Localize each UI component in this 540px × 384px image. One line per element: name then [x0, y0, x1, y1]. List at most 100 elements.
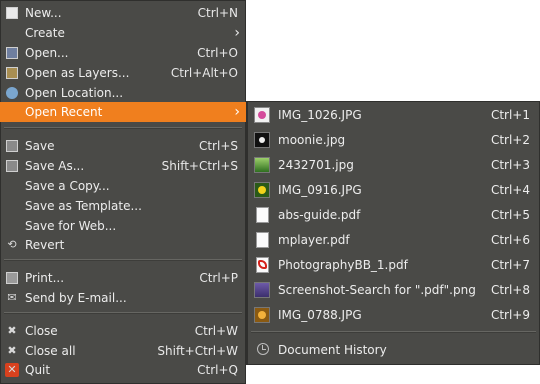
open-layers-icon	[5, 66, 19, 80]
menu-item-open-recent[interactable]: Open Recent ›	[0, 102, 246, 122]
quit-icon: ✕	[5, 363, 19, 377]
menu-item-accel: Ctrl+Q	[197, 363, 238, 377]
open-recent-submenu: IMG_1026.JPG Ctrl+1 moonie.jpg Ctrl+2 24…	[246, 101, 540, 365]
image-thumbnail-icon	[254, 307, 270, 323]
menu-item-save-copy[interactable]: Save a Copy...	[0, 176, 246, 196]
recent-item-label: abs-guide.pdf	[278, 208, 361, 222]
recent-item-label: IMG_0916.JPG	[278, 183, 362, 197]
recent-item[interactable]: abs-guide.pdf Ctrl+5	[247, 203, 540, 227]
image-thumbnail-icon	[254, 157, 270, 173]
menu-separator	[4, 259, 242, 261]
menu-item-new[interactable]: New... Ctrl+N	[0, 3, 246, 23]
recent-item-label: Screenshot-Search for ".pdf".png	[278, 283, 476, 297]
recent-item-label: PhotographyBB_1.pdf	[278, 258, 408, 272]
menu-item-label: Save as Template...	[25, 199, 142, 213]
menu-item-save[interactable]: Save Ctrl+S	[0, 136, 246, 156]
image-thumbnail-icon	[254, 282, 270, 298]
close-all-icon: ✖	[7, 344, 17, 357]
recent-item-accel: Ctrl+6	[490, 233, 530, 247]
recent-item-accel: Ctrl+5	[490, 208, 530, 222]
recent-item-accel: Ctrl+3	[490, 158, 530, 172]
document-icon	[256, 232, 269, 248]
document-icon	[256, 207, 269, 223]
menu-item-accel: Shift+Ctrl+W	[157, 344, 238, 358]
menu-item-accel: Shift+Ctrl+S	[161, 159, 238, 173]
menu-separator	[251, 331, 536, 333]
menu-item-label: Open Recent	[25, 105, 103, 119]
document-history-label: Document History	[278, 343, 387, 357]
menu-item-save-for-web[interactable]: Save for Web...	[0, 216, 246, 236]
menu-item-label: Send by E-mail...	[25, 291, 127, 305]
menu-item-accel: Ctrl+S	[198, 139, 238, 153]
menu-item-create[interactable]: Create ›	[0, 23, 246, 43]
recent-item-accel: Ctrl+7	[490, 258, 530, 272]
document-history-item[interactable]: Document History	[247, 338, 540, 362]
recent-item-label: 2432701.jpg	[278, 158, 354, 172]
recent-item[interactable]: Screenshot-Search for ".pdf".png Ctrl+8	[247, 278, 540, 302]
menu-item-send-email[interactable]: ✉ Send by E-mail...	[0, 288, 246, 308]
pdf-icon	[256, 257, 269, 273]
menu-item-save-as[interactable]: Save As... Shift+Ctrl+S	[0, 156, 246, 176]
menu-item-print[interactable]: Print... Ctrl+P	[0, 268, 246, 288]
menu-item-accel: Ctrl+Alt+O	[170, 66, 238, 80]
close-icon: ✖	[7, 324, 17, 337]
menu-item-label: Open Location...	[25, 86, 124, 100]
menu-item-label: Save a Copy...	[25, 179, 110, 193]
menu-item-label: Revert	[25, 238, 65, 252]
recent-item[interactable]: PhotographyBB_1.pdf Ctrl+7	[247, 253, 540, 277]
menu-item-open-as-layers[interactable]: Open as Layers... Ctrl+Alt+O	[0, 63, 246, 83]
new-icon	[5, 6, 19, 20]
menu-item-accel: Ctrl+N	[197, 6, 238, 20]
menu-item-quit[interactable]: ✕ Quit Ctrl+Q	[0, 360, 246, 380]
recent-item[interactable]: mplayer.pdf Ctrl+6	[247, 228, 540, 252]
recent-item-accel: Ctrl+2	[490, 133, 530, 147]
menu-item-open[interactable]: Open... Ctrl+O	[0, 43, 246, 63]
menu-item-save-template[interactable]: Save as Template...	[0, 196, 246, 216]
open-location-icon	[5, 86, 19, 100]
recent-item[interactable]: moonie.jpg Ctrl+2	[247, 128, 540, 152]
recent-item-label: IMG_0788.JPG	[278, 308, 362, 322]
recent-item-accel: Ctrl+9	[490, 308, 530, 322]
recent-item-accel: Ctrl+1	[490, 108, 530, 122]
menu-item-label: Create	[25, 26, 65, 40]
menu-item-label: New...	[25, 6, 62, 20]
email-icon: ✉	[7, 291, 17, 304]
file-menu: New... Ctrl+N Create › Open... Ctrl+O Op…	[0, 0, 246, 384]
menu-item-accel: Ctrl+W	[194, 324, 238, 338]
menu-separator	[4, 127, 242, 129]
menu-item-label: Close all	[25, 344, 76, 358]
menu-item-label: Open as Layers...	[25, 66, 130, 80]
menu-item-close[interactable]: ✖ Close Ctrl+W	[0, 321, 246, 341]
save-as-icon	[5, 159, 19, 173]
history-icon	[257, 343, 269, 355]
recent-item-label: moonie.jpg	[278, 133, 346, 147]
image-thumbnail-icon	[254, 132, 270, 148]
recent-item-accel: Ctrl+8	[490, 283, 530, 297]
menu-item-label: Save	[25, 139, 55, 153]
menu-item-label: Save for Web...	[25, 219, 117, 233]
menu-item-accel: Ctrl+O	[197, 46, 238, 60]
menu-item-label: Quit	[25, 363, 51, 377]
save-icon	[5, 139, 19, 153]
recent-item[interactable]: IMG_1026.JPG Ctrl+1	[247, 103, 540, 127]
menu-item-label: Save As...	[25, 159, 85, 173]
menu-item-label: Print...	[25, 271, 65, 285]
recent-item-label: IMG_1026.JPG	[278, 108, 362, 122]
recent-item[interactable]: 2432701.jpg Ctrl+3	[247, 153, 540, 177]
menu-item-revert[interactable]: ⟲ Revert	[0, 235, 246, 255]
recent-item[interactable]: IMG_0916.JPG Ctrl+4	[247, 178, 540, 202]
menu-item-label: Close	[25, 324, 58, 338]
menu-item-label: Open...	[25, 46, 69, 60]
revert-icon: ⟲	[7, 238, 17, 251]
menu-separator	[4, 312, 242, 314]
image-thumbnail-icon	[254, 182, 270, 198]
submenu-arrow-icon: ›	[234, 25, 240, 41]
recent-item-label: mplayer.pdf	[278, 233, 350, 247]
menu-item-accel: Ctrl+P	[199, 271, 238, 285]
menu-item-open-location[interactable]: Open Location...	[0, 83, 246, 103]
print-icon	[5, 271, 19, 285]
submenu-arrow-icon: ›	[234, 104, 240, 120]
menu-item-close-all[interactable]: ✖ Close all Shift+Ctrl+W	[0, 341, 246, 361]
open-icon	[5, 46, 19, 60]
recent-item[interactable]: IMG_0788.JPG Ctrl+9	[247, 303, 540, 327]
